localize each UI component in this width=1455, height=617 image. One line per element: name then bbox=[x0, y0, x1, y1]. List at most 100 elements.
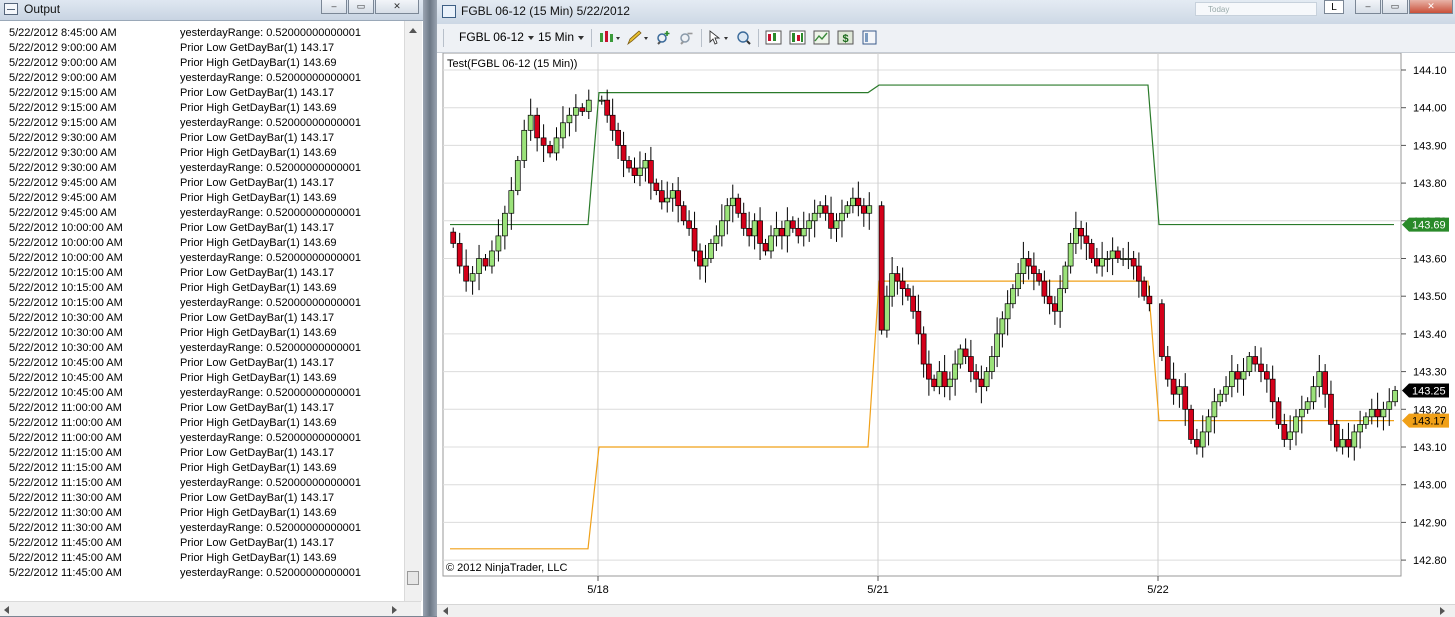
y-tick-label: 143.40 bbox=[1413, 329, 1447, 341]
scroll-right-arrow-icon[interactable] bbox=[1440, 607, 1445, 615]
toolbar-separator bbox=[758, 29, 759, 47]
close-button[interactable]: ✕ bbox=[375, 0, 419, 14]
log-message: Prior Low GetDayBar(1) 143.17 bbox=[180, 132, 335, 144]
chart-minimize-button[interactable]: – bbox=[1355, 0, 1381, 14]
chart-close-button[interactable]: ✕ bbox=[1409, 0, 1453, 14]
zoom-out-icon[interactable] bbox=[677, 29, 697, 46]
candle-body bbox=[962, 348, 969, 357]
candle-body bbox=[740, 212, 747, 229]
candle-body bbox=[931, 378, 937, 388]
candle-body bbox=[664, 197, 671, 203]
chart-trader-icon[interactable] bbox=[765, 29, 782, 46]
candle-body bbox=[1304, 401, 1311, 410]
output-log[interactable]: 5/22/2012 8:45:00 AM yesterdayRange: 0.52… bbox=[0, 21, 403, 601]
candle-body bbox=[1339, 439, 1346, 448]
candle-body bbox=[839, 212, 845, 222]
output-vertical-scrollbar[interactable] bbox=[404, 21, 422, 601]
candle-body bbox=[566, 114, 573, 124]
candle-body bbox=[1176, 386, 1183, 395]
y-tick-label: 143.60 bbox=[1413, 254, 1447, 266]
candle-body bbox=[729, 197, 736, 207]
candle-body bbox=[806, 220, 813, 229]
candle-body bbox=[811, 212, 818, 222]
candle-body bbox=[1234, 371, 1241, 380]
scroll-left-arrow-icon[interactable] bbox=[443, 607, 448, 615]
candle-body bbox=[915, 310, 922, 335]
chart-titlebar: FGBL 06-12 (15 Min) 5/22/2012 Today L – … bbox=[437, 0, 1455, 24]
minimize-button[interactable]: – bbox=[321, 0, 347, 14]
toolbar-separator bbox=[591, 29, 592, 47]
bar-type-icon[interactable] bbox=[598, 29, 622, 46]
log-timestamp: 5/22/2012 10:30:00 AM bbox=[9, 312, 123, 324]
zoom-in-icon[interactable] bbox=[654, 29, 674, 46]
pointer-icon[interactable] bbox=[707, 29, 731, 46]
candle-body bbox=[1120, 258, 1126, 260]
dollar-icon[interactable]: $ bbox=[837, 29, 854, 46]
candle-body bbox=[1130, 258, 1137, 267]
log-message: Prior High GetDayBar(1) 143.69 bbox=[180, 192, 337, 204]
x-tick-label: 5/21 bbox=[867, 584, 888, 596]
candle-body bbox=[1057, 288, 1063, 312]
data-box-icon[interactable] bbox=[735, 29, 752, 46]
log-timestamp: 5/22/2012 9:15:00 AM bbox=[9, 87, 117, 99]
interval-dropdown[interactable]: 15 Min bbox=[538, 30, 585, 44]
scroll-up-arrow-icon[interactable] bbox=[409, 28, 417, 33]
restore-button[interactable]: ▭ bbox=[348, 0, 374, 14]
candle-body bbox=[1298, 408, 1305, 418]
properties-icon[interactable] bbox=[789, 29, 806, 46]
window-splitter[interactable] bbox=[423, 0, 437, 616]
candle-body bbox=[724, 205, 731, 222]
candle-body bbox=[1194, 439, 1200, 448]
candle-body bbox=[1351, 431, 1358, 448]
output-horizontal-scrollbar[interactable] bbox=[0, 601, 421, 616]
log-message: Prior High GetDayBar(1) 143.69 bbox=[180, 57, 337, 69]
log-message: Prior Low GetDayBar(1) 143.17 bbox=[180, 177, 335, 189]
candle-body bbox=[713, 235, 720, 244]
candle-body bbox=[735, 197, 742, 214]
candle-body bbox=[1031, 265, 1037, 274]
candle-body bbox=[828, 212, 834, 229]
background-search-field[interactable]: Today bbox=[1195, 2, 1317, 16]
log-timestamp: 5/22/2012 10:30:00 AM bbox=[9, 327, 123, 339]
log-message: Prior Low GetDayBar(1) 143.17 bbox=[180, 357, 335, 369]
candle-body bbox=[1328, 393, 1334, 425]
candle-body bbox=[889, 273, 895, 297]
candle-body bbox=[637, 167, 643, 176]
log-message: Prior Low GetDayBar(1) 143.17 bbox=[180, 312, 335, 324]
candle-body bbox=[866, 205, 873, 214]
candle-body bbox=[844, 205, 851, 214]
candle-body bbox=[1374, 408, 1381, 418]
scroll-right-arrow-icon[interactable] bbox=[392, 606, 397, 614]
x-tick-label: 5/22 bbox=[1147, 584, 1168, 596]
scroll-left-arrow-icon[interactable] bbox=[4, 606, 9, 614]
candle-body bbox=[978, 378, 985, 388]
log-timestamp: 5/22/2012 11:45:00 AM bbox=[9, 567, 122, 579]
candle-body bbox=[884, 295, 890, 331]
background-l-button[interactable]: L bbox=[1324, 0, 1344, 14]
candle-body bbox=[746, 227, 752, 237]
candle-body bbox=[1015, 273, 1021, 290]
candle-body bbox=[642, 160, 649, 169]
price-chart[interactable]: 144.10144.00143.90143.80143.70143.60143.… bbox=[440, 53, 1455, 604]
instrument-dropdown[interactable]: FGBL 06-12 bbox=[459, 30, 534, 44]
candle-body bbox=[1164, 356, 1171, 380]
candle-body bbox=[1036, 273, 1042, 282]
candle-body bbox=[1293, 416, 1299, 433]
chart-restore-button[interactable]: ▭ bbox=[1382, 0, 1408, 14]
strategies-icon[interactable] bbox=[813, 29, 830, 46]
price-marker-label: 143.69 bbox=[1412, 220, 1446, 232]
scroll-thumb[interactable] bbox=[407, 571, 419, 585]
chart-horizontal-scrollbar[interactable] bbox=[437, 604, 1455, 617]
drawing-pencil-icon[interactable] bbox=[626, 29, 650, 46]
log-timestamp: 5/22/2012 9:00:00 AM bbox=[9, 57, 117, 69]
candle-body bbox=[795, 227, 802, 237]
candle-body bbox=[1067, 243, 1074, 267]
panel-icon[interactable] bbox=[861, 29, 878, 46]
candle-body bbox=[1115, 250, 1121, 259]
log-message: Prior High GetDayBar(1) 143.69 bbox=[180, 552, 337, 564]
candle-body bbox=[585, 99, 592, 112]
log-timestamp: 5/22/2012 10:00:00 AM bbox=[9, 222, 123, 234]
log-message: Prior Low GetDayBar(1) 143.17 bbox=[180, 267, 335, 279]
price-marker-label: 143.17 bbox=[1412, 416, 1446, 428]
candle-body bbox=[1083, 235, 1090, 244]
